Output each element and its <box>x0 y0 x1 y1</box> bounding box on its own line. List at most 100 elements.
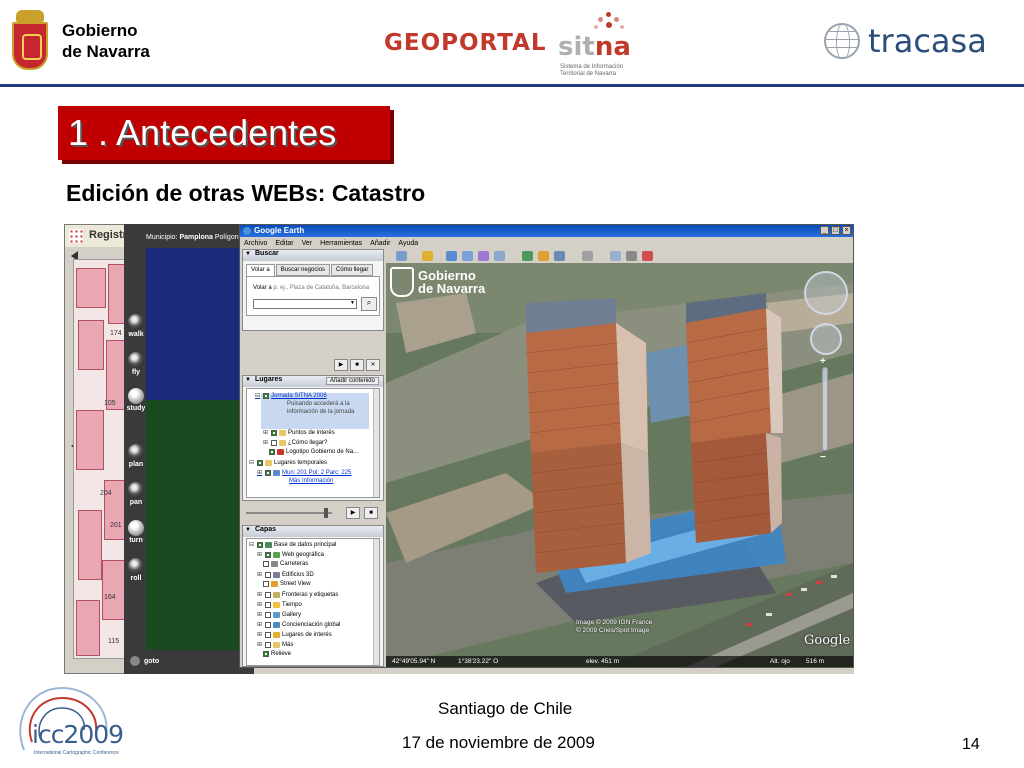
globe-awareness-icon <box>273 621 280 628</box>
close-button[interactable]: × <box>842 226 851 235</box>
weather-icon <box>273 601 280 608</box>
goto-button[interactable]: goto <box>130 656 159 666</box>
layer-label: Concienciación global <box>282 621 341 628</box>
layer-item[interactable]: Street View <box>263 581 311 587</box>
layer-item[interactable]: ⊟ Base de datos principal <box>249 541 336 548</box>
layer-item[interactable]: Carreteras <box>263 561 308 567</box>
tree-item[interactable]: ⊞ ¿Cómo llegar? <box>263 439 327 446</box>
study-button[interactable]: study <box>126 388 146 412</box>
pan-button[interactable]: pan <box>126 482 146 506</box>
google-maps-icon[interactable] <box>642 251 653 261</box>
look-compass-icon[interactable] <box>804 271 848 315</box>
search-icon[interactable]: ⌕ <box>361 297 377 311</box>
lugares-header[interactable]: Lugares Añadir contenido <box>243 376 383 387</box>
menu-editar[interactable]: Editar <box>275 240 293 247</box>
slider-handle[interactable] <box>324 508 328 518</box>
capas-scrollbar[interactable] <box>373 539 379 665</box>
add-content-button[interactable]: Añadir contenido <box>325 377 379 385</box>
layer-item[interactable]: ⊞ Más <box>257 641 293 648</box>
tab-volar-a[interactable]: Volar a <box>246 264 275 276</box>
tree-item[interactable]: ⊞ Puntos de interés <box>263 429 335 436</box>
tree-label: Logotipo Gobierno de Na... <box>286 449 359 455</box>
imagery-copyright: Image © 2009 IGN France © 2009 Cnes/Spot… <box>576 619 652 635</box>
turn-button[interactable]: turn <box>126 520 146 544</box>
tree-label: Pulsando accederá a la <box>287 401 350 407</box>
zoom-slider[interactable] <box>820 356 828 463</box>
layer-item[interactable]: Relieve <box>263 651 291 657</box>
icc-subtitle: International Cartographic Conference <box>34 750 119 756</box>
layer-label: Lugares de interés <box>282 631 332 638</box>
tree-item[interactable]: ⊟ Jornada SITNA 2008 <box>255 392 327 399</box>
municipio-label: Municipio: <box>146 234 178 241</box>
cadastral-map[interactable]: 174 105 204 201 164 115 <box>73 259 127 659</box>
lugares-panel: Lugares Añadir contenido ⊟Jornada SITNA … <box>242 375 384 501</box>
google-earth-toolbar <box>386 249 852 263</box>
play-button[interactable]: ▶ <box>334 359 348 371</box>
move-joystick-icon[interactable] <box>810 323 842 355</box>
buscar-header[interactable]: Buscar <box>243 250 383 261</box>
historical-imagery-icon[interactable] <box>522 251 533 261</box>
folder-icon <box>273 641 280 648</box>
menu-anadir[interactable]: Añadir <box>370 240 390 247</box>
gobierno-navarra-wordmark: Gobierno de Navarra <box>62 20 150 62</box>
layer-item[interactable]: ⊞ Concienciación global <box>257 621 340 628</box>
print-icon[interactable] <box>626 251 637 261</box>
menu-ayuda[interactable]: Ayuda <box>398 240 418 247</box>
image-overlay-icon[interactable] <box>478 251 489 261</box>
earth-3d-view[interactable]: Gobierno de Navarra Image © 2009 IGN Fra… <box>386 263 853 667</box>
menu-herramientas[interactable]: Herramientas <box>320 240 362 247</box>
menu-archivo[interactable]: Archivo <box>244 240 267 247</box>
roll-icon <box>128 558 144 574</box>
capas-header[interactable]: Capas <box>243 526 383 537</box>
ruler-icon[interactable] <box>582 251 593 261</box>
volar-label: Volar a <box>253 285 272 291</box>
maximize-button[interactable]: □ <box>831 226 840 235</box>
elevation-readout: elev. 451 m <box>586 658 620 665</box>
tab-como-llegar[interactable]: Cómo llegar <box>331 264 374 276</box>
poligono-label: Polígon <box>214 234 239 241</box>
plan-button[interactable]: plan <box>126 444 146 468</box>
play-tour-button[interactable]: ▶ <box>346 507 360 519</box>
tree-item[interactable]: Logotipo Gobierno de Na... <box>269 449 358 455</box>
minimize-button[interactable]: _ <box>820 226 829 235</box>
tree-item[interactable]: ⊟ Lugares temporales <box>249 459 327 466</box>
polygon-icon[interactable] <box>446 251 457 261</box>
transparency-slider[interactable] <box>246 512 332 514</box>
walk-button[interactable]: walk <box>126 314 146 338</box>
lugares-title: Lugares <box>255 376 283 383</box>
layer-item[interactable]: ⊞ Fronteras y etiquetas <box>257 591 338 598</box>
placemark-icon[interactable] <box>422 251 433 261</box>
path-icon[interactable] <box>462 251 473 261</box>
roll-button[interactable]: roll <box>126 558 146 582</box>
layer-item[interactable]: ⊞ Edificios 3D <box>257 571 314 578</box>
lugares-scrollbar[interactable] <box>373 389 379 497</box>
stop-tour-button[interactable]: ■ <box>364 507 378 519</box>
stop-button[interactable]: ■ <box>350 359 364 371</box>
navarra-seal-icon <box>390 267 414 297</box>
layer-item[interactable]: ⊞ Gallery <box>257 611 301 618</box>
menu-ver[interactable]: Ver <box>302 240 313 247</box>
tree-item[interactable]: ⊞ Mun: 201 Pol: 2 Parc: 225 <box>257 469 351 476</box>
layer-item[interactable]: ⊞ Lugares de interés <box>257 631 332 638</box>
gobierno-navarra-logo: Gobierno de Navarra <box>10 10 150 72</box>
tour-icon[interactable] <box>494 251 505 261</box>
tool-label: turn <box>129 537 143 544</box>
sitna-subtitle: Sistema de Información Territorial de Na… <box>560 64 640 78</box>
tab-buscar-negocios[interactable]: Buscar negocios <box>275 264 331 276</box>
tree-label: Puntos de interés <box>288 429 335 436</box>
tree-link[interactable]: Más Información <box>289 478 333 484</box>
layer-item[interactable]: ⊞ Web geográfica <box>257 551 324 558</box>
tool-label: pan <box>129 499 143 506</box>
sunlight-icon[interactable] <box>538 251 549 261</box>
search-input[interactable] <box>253 299 357 309</box>
eye-altitude-readout: 516 m <box>806 658 825 665</box>
fly-button[interactable]: fly <box>126 352 146 376</box>
email-icon[interactable] <box>610 251 621 261</box>
folder-icon <box>265 459 272 466</box>
clear-button[interactable]: ✕ <box>366 359 380 371</box>
planets-icon[interactable] <box>554 251 565 261</box>
sidebar-toggle-icon[interactable] <box>396 251 407 261</box>
municipio-value: Pamplona <box>179 234 213 241</box>
layer-item[interactable]: ⊞ Tiempo <box>257 601 302 608</box>
search-area: Volar a p. ej., Plaza de Cataluña, Barce… <box>246 276 380 316</box>
